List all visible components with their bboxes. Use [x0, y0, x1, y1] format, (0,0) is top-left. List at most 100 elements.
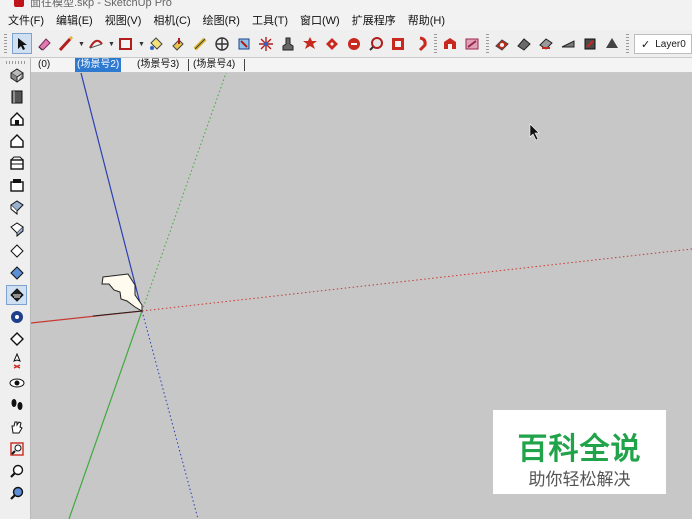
fog-button[interactable] — [558, 33, 578, 54]
scale-tool-button[interactable] — [256, 33, 276, 54]
select-tool-button[interactable] — [12, 33, 32, 54]
rectangle-icon — [119, 37, 132, 50]
follow-me-button[interactable] — [300, 33, 320, 54]
iso-view-button[interactable] — [6, 109, 27, 129]
menu-help[interactable]: 帮助(H) — [408, 12, 445, 28]
mouse-cursor-icon — [529, 123, 540, 141]
book-button[interactable] — [6, 87, 27, 107]
shaded-icon — [9, 332, 24, 346]
scene-tab-4[interactable]: (场景号4) — [191, 58, 237, 72]
back-edges-button[interactable] — [6, 263, 27, 283]
layer-name: Layer0 — [655, 38, 686, 50]
checkmark-icon: ✓ — [641, 38, 651, 51]
sandbox-button[interactable] — [492, 33, 512, 54]
left-view-button[interactable] — [6, 219, 27, 239]
dropdown-arrow-icon[interactable]: ▼ — [138, 41, 145, 48]
menu-window[interactable]: 窗口(W) — [300, 12, 340, 28]
zoom-tool-button[interactable] — [366, 33, 386, 54]
zoom-window-button[interactable] — [6, 439, 27, 459]
toolbar-grip[interactable] — [434, 34, 437, 54]
shaded-button[interactable] — [6, 329, 27, 349]
component-icon — [418, 36, 427, 51]
menu-extensions[interactable]: 扩展程序 — [352, 12, 396, 28]
scene-tab-2[interactable]: (场景号2) — [75, 58, 122, 72]
wireframe-icon — [9, 288, 24, 302]
arc-tool-button[interactable] — [86, 33, 106, 54]
layer-button[interactable] — [602, 33, 622, 54]
offset-icon — [282, 37, 294, 50]
molding-profile-shape[interactable] — [101, 273, 143, 312]
red-axis-negative — [141, 248, 692, 312]
zoom-button[interactable] — [6, 461, 27, 481]
look-around-button[interactable] — [6, 373, 27, 393]
menu-draw[interactable]: 绘图(R) — [203, 12, 240, 28]
menu-tools[interactable]: 工具(T) — [252, 12, 288, 28]
house-back-icon — [9, 200, 24, 215]
style-button[interactable] — [514, 33, 534, 54]
select-arrow-icon — [18, 37, 27, 50]
back-view-button[interactable] — [6, 197, 27, 217]
walk-icon — [11, 399, 22, 410]
rotate-icon — [238, 38, 250, 49]
move-tool-button[interactable] — [212, 33, 232, 54]
walk-button[interactable] — [6, 395, 27, 415]
top-view-button[interactable] — [6, 131, 27, 151]
offset-tool-button[interactable] — [278, 33, 298, 54]
section-plane-button[interactable] — [388, 33, 408, 54]
rectangle-tool-button[interactable] — [116, 33, 136, 54]
main-toolbar: ▼ ▼ ▼ ✓ Layer0 — [0, 30, 692, 58]
house-left-icon — [9, 222, 24, 237]
wireframe-button[interactable] — [6, 285, 27, 305]
menu-camera[interactable]: 相机(C) — [153, 12, 190, 28]
component-button[interactable] — [6, 65, 27, 85]
shadow-button[interactable] — [536, 33, 556, 54]
extension-button[interactable] — [462, 33, 482, 54]
front-view-button[interactable] — [6, 153, 27, 173]
warehouse-button[interactable] — [440, 33, 460, 54]
toolbar-grip[interactable] — [4, 34, 7, 54]
menu-edit[interactable]: 编辑(E) — [56, 12, 93, 28]
hidden-line-button[interactable] — [6, 307, 27, 327]
zoom-window-icon — [9, 442, 24, 456]
shadow-icon — [539, 37, 553, 50]
scene-tab-3[interactable]: (场景号3) — [135, 58, 181, 72]
left-toolbar — [0, 58, 31, 519]
position-camera-button[interactable] — [6, 351, 27, 371]
scene-tab-0[interactable]: (0) — [36, 58, 52, 72]
toolbar-grip[interactable] — [486, 34, 489, 54]
layer-selector[interactable]: ✓ Layer0 — [634, 34, 692, 54]
push-pull-icon — [172, 37, 184, 51]
eraser-tool-button[interactable] — [34, 33, 54, 54]
xray-button[interactable] — [6, 241, 27, 261]
edge-style-button[interactable] — [580, 33, 600, 54]
tab-separator — [188, 59, 189, 71]
dropdown-arrow-icon[interactable]: ▼ — [78, 41, 85, 48]
pan-tool-button[interactable] — [344, 33, 364, 54]
right-view-button[interactable] — [6, 175, 27, 195]
window-title: 面往模型.skp - SketchUp Pro — [30, 0, 172, 9]
look-around-icon — [9, 378, 24, 388]
house-top-icon — [9, 134, 24, 148]
orbit-icon — [326, 37, 338, 50]
follow-me-icon — [303, 36, 317, 49]
hand-button[interactable] — [6, 417, 27, 437]
rotate-tool-button[interactable] — [234, 33, 254, 54]
component-icon — [9, 68, 24, 83]
paint-bucket-button[interactable] — [146, 33, 166, 54]
menu-view[interactable]: 视图(V) — [105, 12, 142, 28]
menu-bar: 文件(F) 编辑(E) 视图(V) 相机(C) 绘图(R) 工具(T) 窗口(W… — [0, 10, 692, 30]
dropdown-arrow-icon[interactable]: ▼ — [108, 41, 115, 48]
tape-measure-button[interactable] — [190, 33, 210, 54]
toolbar-grip[interactable] — [6, 61, 26, 64]
push-pull-button[interactable] — [168, 33, 188, 54]
menu-file[interactable]: 文件(F) — [8, 12, 44, 28]
orbit-tool-button[interactable] — [322, 33, 342, 54]
toolbar-grip[interactable] — [626, 34, 629, 54]
line-tool-button[interactable] — [56, 33, 76, 54]
zoom-extents-button[interactable] — [6, 483, 27, 503]
blue-axis-negative — [141, 310, 199, 519]
house-front-icon — [9, 156, 24, 170]
arc-icon — [89, 39, 103, 48]
watermark-badge: 百科全说 助你轻松解决 — [493, 410, 666, 494]
component-button[interactable] — [410, 33, 430, 54]
